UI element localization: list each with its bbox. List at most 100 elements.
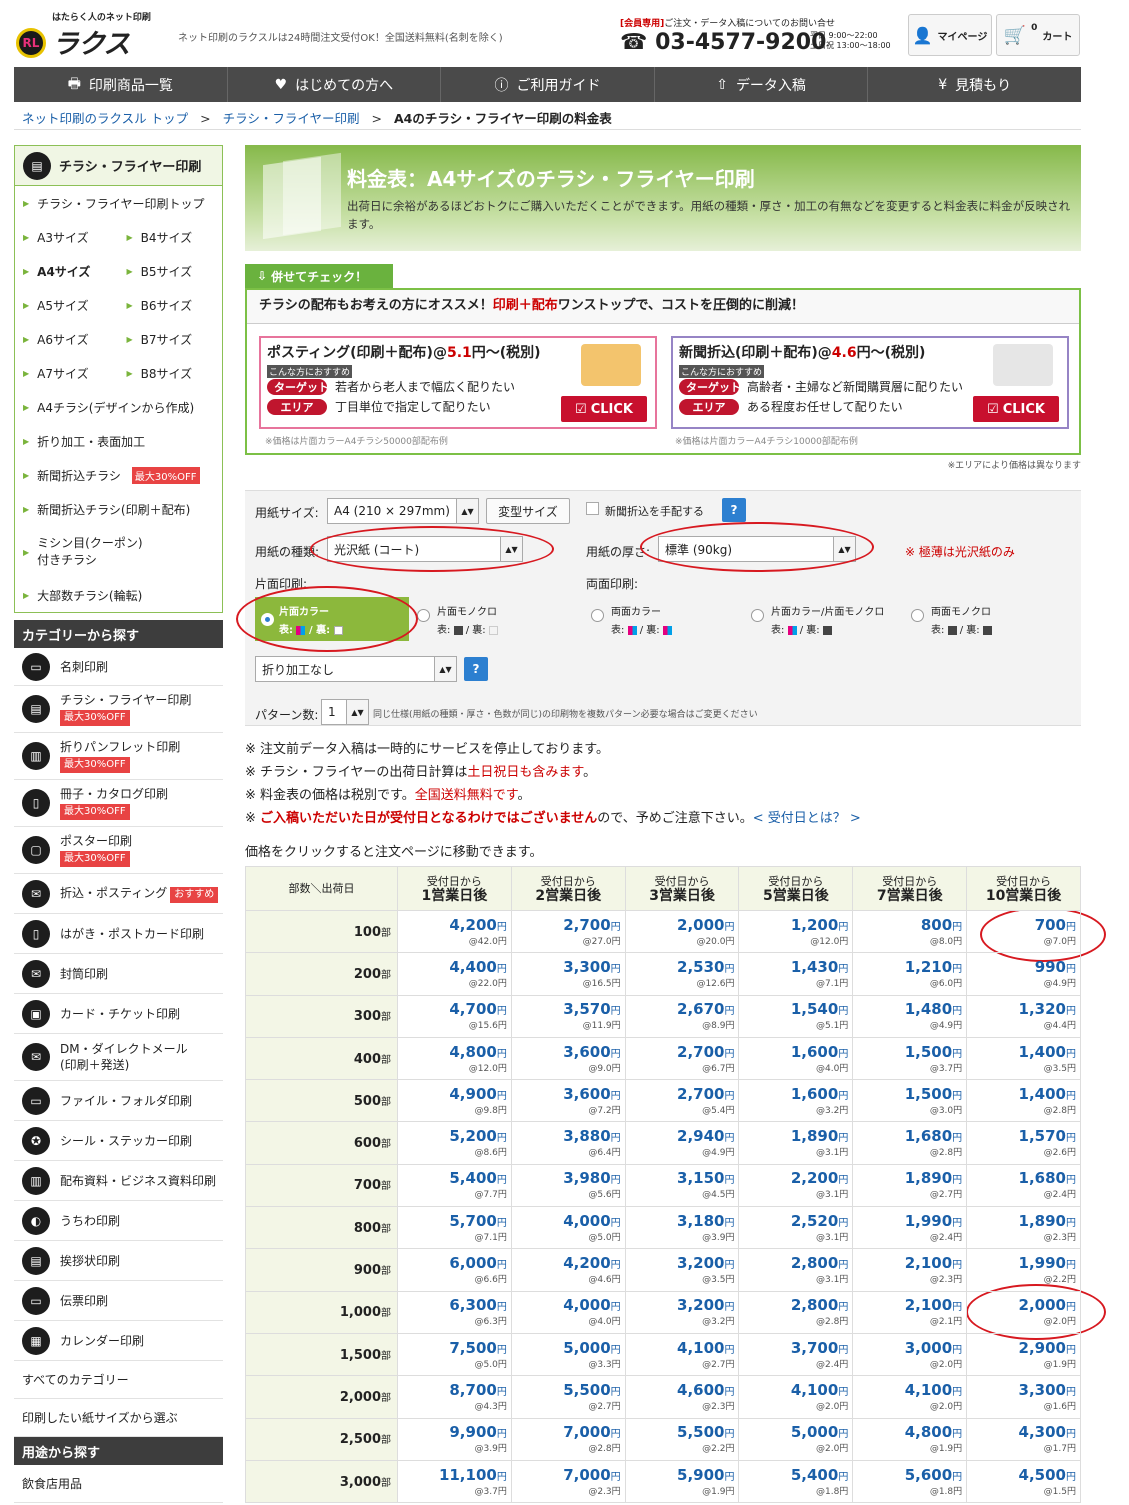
price-cell[interactable]: 4,300円 @1.7円 [966, 1417, 1081, 1461]
newspaper-click-button[interactable]: ☑ CLICK [973, 396, 1059, 422]
nav-guide[interactable]: ⓘ ご利用ガイド [441, 67, 655, 102]
price-cell[interactable]: 2,200円 @3.1円 [738, 1163, 854, 1208]
nav-print-products[interactable]: 🖶 印刷商品一覧 [14, 67, 228, 102]
newspaper-card[interactable]: 新聞折込(印刷＋配布)@4.6円〜(税別) こんな方におすすめ ターゲット 高齢者… [671, 336, 1069, 429]
paper-size-select[interactable]: A4 (210 × 297mm) ▲▼ [327, 498, 479, 524]
site-logo[interactable]: はたらく人のネット印刷 RL ラクスル [14, 8, 154, 99]
help-icon[interactable]: ? [464, 657, 488, 681]
price-cell[interactable]: 1,890円 @3.1円 [738, 1121, 854, 1165]
sidebar-item-a4-design[interactable]: ▶ A4チラシ(デザインから作成) [15, 390, 222, 424]
price-cell[interactable]: 1,890円 @2.7円 [852, 1163, 968, 1208]
price-cell[interactable]: 2,700円 @6.7円 [624, 1036, 740, 1081]
price-cell[interactable]: 4,200円 @42.0円 [397, 909, 512, 954]
price-cell[interactable]: 2,800円 @2.8円 [738, 1290, 854, 1334]
price-cell[interactable]: 11,100円 @3.7円 [397, 1459, 512, 1504]
price-cell[interactable]: 2,000円 @20.0円 [624, 909, 740, 954]
print-option-single-color[interactable]: 片面カラー 表: / 裏: [255, 597, 409, 641]
sidebar-item-b7[interactable]: ▶ B7サイズ [119, 331, 223, 348]
sidebar-item-b6[interactable]: ▶ B6サイズ [119, 297, 223, 314]
sidebar-item-flyer-top[interactable]: ▶ チラシ・フライヤー印刷トップ [15, 186, 222, 220]
price-cell[interactable]: 4,000円 @5.0円 [510, 1206, 626, 1250]
price-cell[interactable]: 2,800円 @3.1円 [738, 1248, 854, 1292]
price-cell[interactable]: 2,700円 @27.0円 [510, 909, 626, 954]
nav-estimate[interactable]: ¥ 見積もり [868, 67, 1081, 102]
usage-item[interactable]: 飲食店用品 [14, 1465, 223, 1503]
price-cell[interactable]: 4,100円 @2.7円 [624, 1332, 740, 1377]
price-cell[interactable]: 2,100円 @2.1円 [852, 1290, 968, 1334]
price-cell[interactable]: 3,880円 @6.4円 [510, 1121, 626, 1165]
price-cell[interactable]: 3,600円 @9.0円 [510, 1036, 626, 1081]
price-cell[interactable]: 6,300円 @6.3円 [397, 1290, 512, 1334]
all-categories-link[interactable]: すべてのカテゴリー [14, 1361, 223, 1399]
price-cell[interactable]: 4,900円 @9.8円 [397, 1079, 512, 1123]
price-cell[interactable]: 4,100円 @2.0円 [852, 1375, 968, 1419]
price-cell[interactable]: 1,990円 @2.4円 [852, 1206, 968, 1250]
category-item[interactable]: ▭ ファイル・フォルダ印刷 [14, 1081, 223, 1121]
category-item[interactable]: ▣ カード・チケット印刷 [14, 994, 223, 1034]
price-cell[interactable]: 3,000円 @2.0円 [852, 1332, 968, 1377]
price-cell[interactable]: 800円 @8.0円 [852, 909, 968, 954]
price-cell[interactable]: 3,180円 @3.9円 [624, 1206, 740, 1250]
price-cell[interactable]: 2,900円 @1.9円 [966, 1332, 1081, 1377]
price-cell[interactable]: 2,520円 @3.1円 [738, 1206, 854, 1250]
sidebar-item-a7[interactable]: ▶ A7サイズ [15, 365, 119, 382]
price-cell[interactable]: 2,670円 @8.9円 [624, 994, 740, 1038]
category-item[interactable]: ✉ 折込・ポスティング おすすめ [14, 874, 223, 914]
price-cell[interactable]: 1,400円 @2.8円 [966, 1079, 1081, 1123]
paper-type-select[interactable]: 光沢紙 (コート) ▲▼ [327, 536, 523, 562]
price-cell[interactable]: 1,210円 @6.0円 [852, 952, 968, 996]
price-cell[interactable]: 1,680円 @2.8円 [852, 1121, 968, 1165]
fold-select[interactable]: 折り加工なし ▲▼ [255, 656, 457, 682]
nav-first-time[interactable]: ♥ はじめての方へ [228, 67, 442, 102]
price-cell[interactable]: 4,600円 @2.3円 [624, 1375, 740, 1419]
category-item[interactable]: ▭ 名刺印刷 [14, 648, 223, 686]
thickness-select[interactable]: 標準 (90kg) ▲▼ [658, 536, 856, 562]
category-item[interactable]: ▥ 折りパンフレット印刷 最大30%OFF [14, 733, 223, 780]
price-cell[interactable]: 6,000円 @6.6円 [397, 1248, 512, 1292]
sidebar-item-newspaper[interactable]: ▶ 新聞折込チラシ 最大30%OFF [15, 458, 222, 492]
help-icon[interactable]: ? [722, 498, 746, 522]
sidebar-item-a5[interactable]: ▶ A5サイズ [15, 297, 119, 314]
price-cell[interactable]: 3,700円 @2.4円 [738, 1332, 854, 1377]
price-cell[interactable]: 1,500円 @3.0円 [852, 1079, 968, 1123]
price-cell[interactable]: 1,600円 @4.0円 [738, 1036, 854, 1081]
price-cell[interactable]: 5,700円 @7.1円 [397, 1206, 512, 1250]
price-cell[interactable]: 5,000円 @2.0円 [738, 1417, 854, 1461]
category-item[interactable]: ◐ うちわ印刷 [14, 1201, 223, 1241]
price-cell[interactable]: 4,500円 @1.5円 [966, 1459, 1081, 1504]
price-cell[interactable]: 1,400円 @3.5円 [966, 1036, 1081, 1081]
price-cell[interactable]: 1,680円 @2.4円 [966, 1163, 1081, 1208]
price-cell[interactable]: 1,430円 @7.1円 [738, 952, 854, 996]
category-item[interactable]: ▦ カレンダー印刷 [14, 1321, 223, 1361]
price-cell[interactable]: 4,800円 @12.0円 [397, 1036, 512, 1081]
category-item[interactable]: ▥ 配布資料・ビジネス資料印刷 [14, 1161, 223, 1201]
sidebar-item-b5[interactable]: ▶ B5サイズ [119, 263, 223, 280]
price-cell[interactable]: 3,300円 @16.5円 [510, 952, 626, 996]
price-cell[interactable]: 1,480円 @4.9円 [852, 994, 968, 1038]
sidebar-item-newspaper-distribution[interactable]: ▶ 新聞折込チラシ(印刷＋配布) [15, 492, 222, 526]
sidebar-item-a4[interactable]: ▶ A4サイズ [15, 263, 119, 280]
sidebar-item-b4[interactable]: ▶ B4サイズ [119, 229, 223, 246]
price-cell[interactable]: 2,700円 @5.4円 [624, 1079, 740, 1123]
price-cell[interactable]: 1,200円 @12.0円 [738, 909, 854, 954]
price-cell[interactable]: 9,900円 @3.9円 [397, 1417, 512, 1461]
price-cell[interactable]: 1,500円 @3.7円 [852, 1036, 968, 1081]
sidebar-heading[interactable]: ▤ チラシ・フライヤー印刷 [15, 146, 222, 186]
category-item[interactable]: ▯ はがき・ポストカード印刷 [14, 914, 223, 954]
breadcrumb-top[interactable]: ネット印刷のラクスル トップ [22, 111, 188, 126]
price-cell[interactable]: 5,600円 @1.8円 [852, 1459, 968, 1504]
price-cell[interactable]: 1,890円 @2.3円 [966, 1206, 1081, 1250]
sidebar-item-a3[interactable]: ▶ A3サイズ [15, 229, 119, 246]
price-cell[interactable]: 1,320円 @4.4円 [966, 994, 1081, 1038]
price-cell[interactable]: 4,000円 @4.0円 [510, 1290, 626, 1334]
price-cell[interactable]: 2,940円 @4.9円 [624, 1121, 740, 1165]
price-cell[interactable]: 2,100円 @2.3円 [852, 1248, 968, 1292]
newspaper-checkbox[interactable] [586, 502, 599, 515]
price-cell[interactable]: 5,500円 @2.7円 [510, 1375, 626, 1419]
category-item[interactable]: ▤ 挨拶状印刷 [14, 1241, 223, 1281]
sidebar-item-b8[interactable]: ▶ B8サイズ [119, 365, 223, 382]
price-cell[interactable]: 5,000円 @3.3円 [510, 1332, 626, 1377]
price-cell[interactable]: 3,200円 @3.5円 [624, 1248, 740, 1292]
cart-button[interactable]: 🛒 0 カート [996, 14, 1080, 56]
category-item[interactable]: ✉ 封筒印刷 [14, 954, 223, 994]
